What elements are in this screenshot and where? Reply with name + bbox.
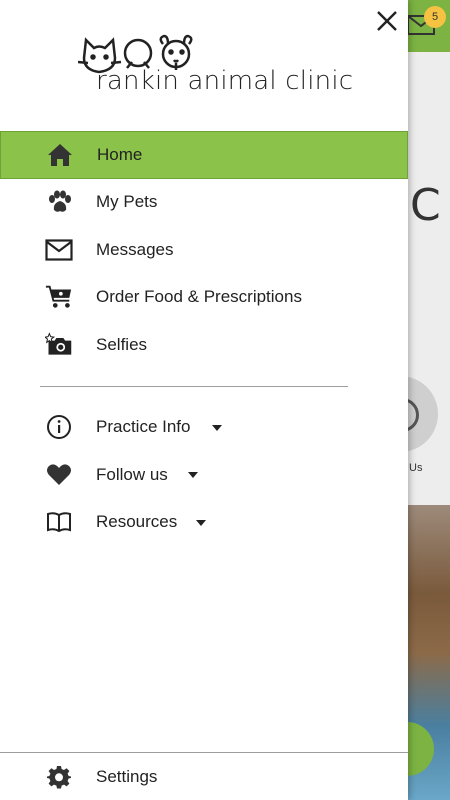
drawer-item-label: Order Food & Prescriptions (96, 287, 302, 307)
drawer-item-my-pets[interactable]: My Pets (0, 179, 408, 227)
drawer-menu: Home My Pets Messages Order Food & Presc… (0, 131, 408, 546)
message-count-badge: 5 (424, 6, 446, 28)
drawer-item-label: Follow us (96, 464, 168, 484)
background-partial-letter: C (410, 180, 441, 231)
drawer-item-settings[interactable]: Settings (0, 753, 408, 800)
drawer-item-label: Selfies (96, 334, 148, 354)
drawer-item-label: My Pets (96, 192, 158, 212)
gear-icon (45, 763, 73, 791)
drawer-item-selfies[interactable]: Selfies (0, 321, 408, 369)
drawer-item-label: Settings (96, 766, 158, 786)
close-icon[interactable] (372, 6, 402, 36)
mail-icon (45, 236, 73, 264)
drawer-item-label: Practice Info (96, 417, 191, 437)
cart-icon (45, 283, 73, 311)
paw-icon (45, 188, 73, 216)
drawer-item-label: Messages (96, 239, 174, 259)
drawer-item-practice-info[interactable]: Practice Info (0, 404, 408, 452)
chevron-down-icon[interactable] (212, 424, 222, 431)
menu-divider (40, 385, 348, 387)
background-partial-label: Us (409, 462, 423, 474)
chevron-down-icon[interactable] (188, 472, 198, 478)
clinic-name: rankin animal clinic (96, 66, 354, 96)
drawer-item-follow-us[interactable]: Follow us (0, 451, 408, 499)
drawer-item-messages[interactable]: Messages (0, 226, 408, 274)
camera-icon (45, 331, 73, 359)
info-icon (45, 413, 73, 441)
heart-icon (45, 461, 73, 489)
book-icon (45, 508, 73, 536)
drawer-item-label: Resources (96, 512, 178, 532)
navigation-drawer: rankin animal clinic Home My Pets Messag… (0, 0, 408, 800)
home-icon (46, 141, 74, 169)
drawer-item-home[interactable]: Home (0, 131, 408, 179)
drawer-item-label: Home (97, 144, 143, 164)
drawer-item-resources[interactable]: Resources (0, 499, 408, 547)
drawer-item-order-food[interactable]: Order Food & Prescriptions (0, 274, 408, 322)
chevron-down-icon[interactable] (196, 519, 206, 526)
